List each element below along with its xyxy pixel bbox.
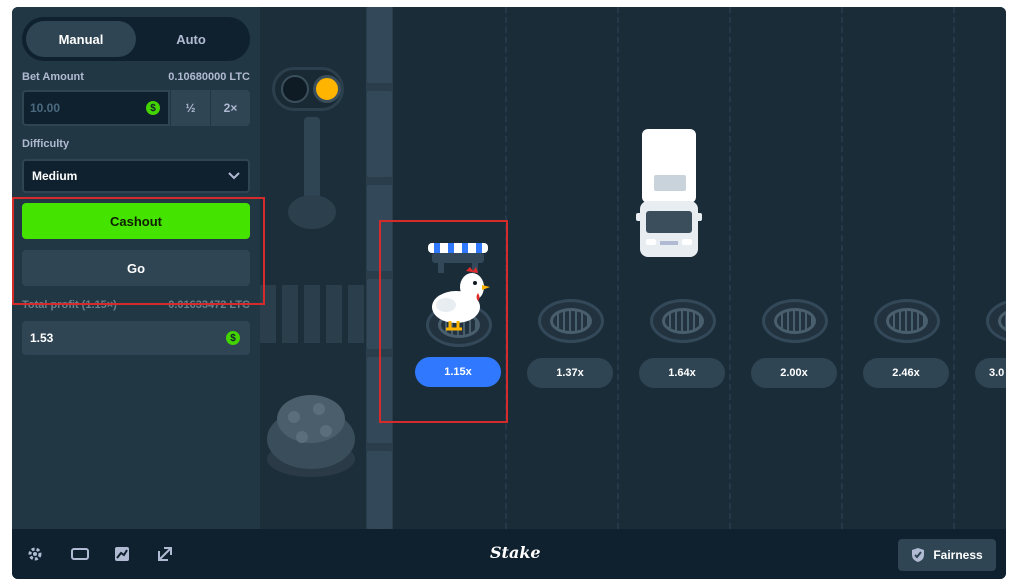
shield-check-icon	[912, 548, 925, 562]
manhole	[762, 299, 828, 343]
difficulty-value: Medium	[32, 169, 78, 183]
traffic-light	[272, 67, 344, 111]
curb-segment	[367, 185, 392, 271]
bush-icon	[267, 395, 355, 477]
truck-icon	[636, 129, 702, 257]
total-profit-label: Total profit (1.15×)	[22, 299, 117, 311]
manhole	[538, 299, 604, 343]
game-board: 1.15x 1.37x 1.64x 2.00x 2.46x 3.0	[260, 7, 1006, 529]
bet-amount-ltc: 0.10680000 LTC	[168, 71, 250, 83]
total-profit-value: 1.53	[30, 331, 54, 345]
total-profit-field: 1.53 $	[22, 321, 250, 355]
curb-segment	[367, 357, 392, 443]
lane-divider	[953, 7, 955, 529]
tab-auto[interactable]: Auto	[136, 21, 246, 57]
bet-input-wrapper: $	[22, 90, 170, 126]
manhole	[986, 299, 1006, 343]
lane-divider	[729, 7, 731, 529]
chevron-down-icon	[228, 172, 240, 180]
total-profit-row: Total profit (1.15×) 0.01633472 LTC	[22, 299, 250, 311]
bet-amount-row: Bet Amount 0.10680000 LTC	[22, 71, 250, 83]
traffic-light-pole	[304, 117, 320, 201]
brand-logo: Stake	[490, 543, 541, 562]
game-window: Manual Auto Bet Amount 0.10680000 LTC $ …	[12, 7, 1006, 579]
difficulty-select[interactable]: Medium	[22, 159, 250, 193]
theater-mode-icon[interactable]	[69, 543, 91, 565]
fairness-label: Fairness	[933, 548, 983, 562]
multiplier-lane-4[interactable]: 2.00x	[751, 358, 837, 388]
difficulty-label: Difficulty	[22, 138, 70, 150]
bet-controls: $ ½ 2×	[22, 90, 250, 126]
lane-divider	[505, 7, 507, 529]
traffic-light-on	[313, 75, 341, 103]
crosswalk	[260, 285, 366, 343]
traffic-light-base	[288, 195, 336, 229]
lane-divider	[617, 7, 619, 529]
curb-segment	[367, 279, 392, 349]
dollar-coin-icon: $	[226, 331, 240, 345]
control-panel: Manual Auto Bet Amount 0.10680000 LTC $ …	[12, 7, 260, 529]
multiplier-lane-5[interactable]: 2.46x	[863, 358, 949, 388]
settings-icon[interactable]	[24, 543, 46, 565]
multiplier-lane-3[interactable]: 1.64x	[639, 358, 725, 388]
difficulty-row: Difficulty	[22, 138, 250, 150]
tab-manual[interactable]: Manual	[26, 21, 136, 57]
total-profit-ltc: 0.01633472 LTC	[168, 299, 250, 311]
multiplier-lane-1[interactable]: 1.15x	[415, 357, 501, 387]
lane-divider	[841, 7, 843, 529]
dollar-coin-icon: $	[146, 101, 160, 115]
mode-toggle: Manual Auto	[22, 17, 250, 61]
bottom-bar: Stake Fairness	[12, 529, 1006, 579]
fairness-button[interactable]: Fairness	[898, 539, 996, 571]
half-bet-button[interactable]: ½	[170, 90, 210, 126]
app-root: Manual Auto Bet Amount 0.10680000 LTC $ …	[0, 0, 1024, 585]
multiplier-lane-2[interactable]: 1.37x	[527, 358, 613, 388]
manhole	[650, 299, 716, 343]
cashout-button[interactable]: Cashout	[22, 203, 250, 239]
manhole	[874, 299, 940, 343]
bet-amount-label: Bet Amount	[22, 71, 84, 83]
go-button[interactable]: Go	[22, 250, 250, 286]
stats-icon[interactable]	[111, 543, 133, 565]
chicken-icon	[432, 267, 490, 331]
popout-icon[interactable]	[154, 543, 176, 565]
curb-segment	[367, 7, 392, 83]
traffic-light-off	[281, 75, 309, 103]
multiplier-lane-6[interactable]: 3.0	[975, 358, 1006, 388]
curb-segment	[367, 91, 392, 177]
curb-segment	[367, 451, 392, 529]
double-bet-button[interactable]: 2×	[210, 90, 250, 126]
